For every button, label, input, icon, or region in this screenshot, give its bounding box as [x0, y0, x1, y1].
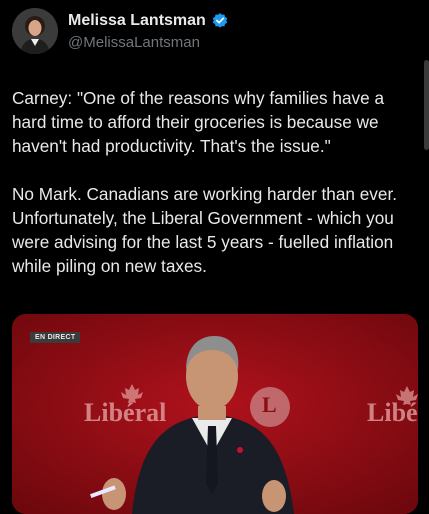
- video-frame: [12, 314, 418, 514]
- author-handle[interactable]: @MelissaLantsman: [68, 34, 200, 51]
- tweet-paragraph: Carney: "One of the reasons why families…: [12, 88, 384, 156]
- profile-photo-icon: [12, 8, 58, 54]
- backdrop-text-left: Libéral: [84, 398, 167, 427]
- tweet-paragraph: No Mark. Canadians are working harder th…: [12, 184, 398, 276]
- scrollbar[interactable]: [424, 60, 429, 150]
- avatar[interactable]: [12, 8, 58, 54]
- verified-badge-icon[interactable]: [211, 12, 229, 30]
- live-badge: EN DIRECT: [30, 332, 81, 343]
- tweet-media-video[interactable]: EN DIRECT Libéral Libé L: [12, 314, 418, 514]
- tweet-text: Carney: "One of the reasons why families…: [12, 86, 417, 278]
- author-display-name[interactable]: Melissa Lantsman: [68, 12, 206, 30]
- author-name-row: Melissa Lantsman: [68, 12, 229, 30]
- backdrop-text-right: Libé: [367, 398, 418, 427]
- liberal-logo-letter: L: [262, 392, 277, 417]
